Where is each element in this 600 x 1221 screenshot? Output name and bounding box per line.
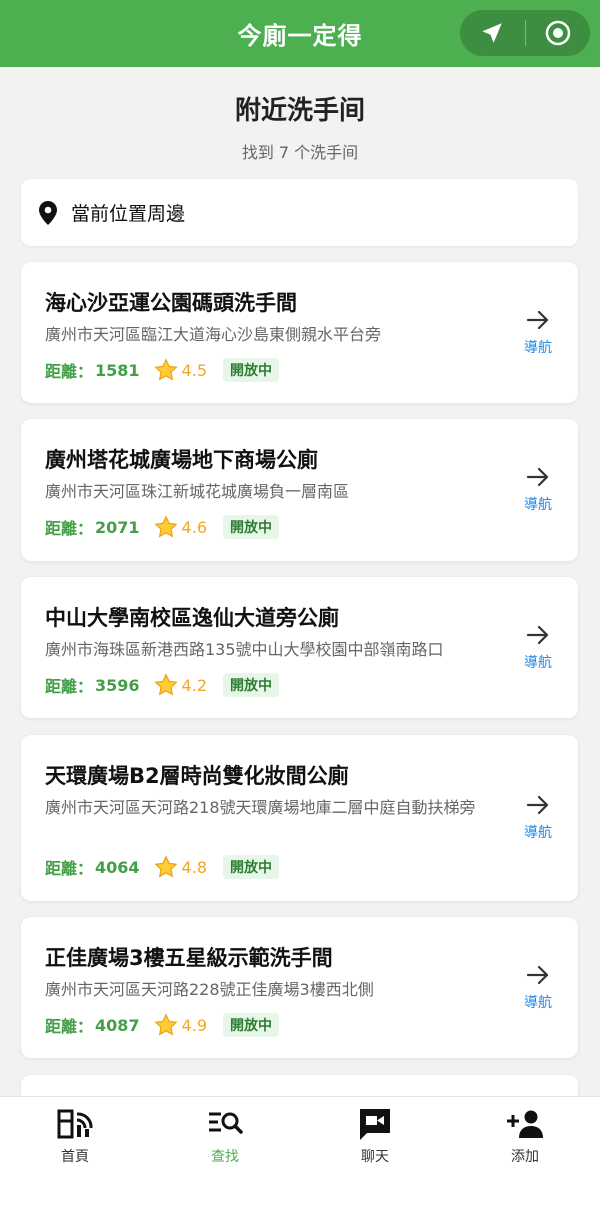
result-count: 找到 7 个洗手间 [241, 143, 359, 162]
distance-value: 2071 [95, 517, 140, 537]
rating-value: 4.9 [181, 1015, 207, 1035]
rating-value: 4.8 [181, 857, 207, 877]
restroom-name: 海心沙亞運公園碼頭洗手間 [45, 291, 297, 315]
target-icon [545, 20, 570, 46]
navigation-arrow-icon [482, 23, 502, 43]
distance-label: 距離： [45, 519, 94, 538]
restroom-meta: 距離： 3596 4.2 開放中 [45, 673, 279, 697]
distance-label: 距離： [45, 1017, 94, 1036]
navigate-label: 導航 [524, 995, 552, 1011]
restroom-card[interactable]: 海心沙亞運公園碼頭洗手間 廣州市天河區臨江大道海心沙島東側親水平台旁 距離： 1… [21, 262, 578, 403]
star-icon [154, 515, 178, 539]
arrow-right-icon [526, 310, 549, 330]
add-person-icon [506, 1107, 544, 1141]
rating-value: 4.2 [181, 675, 207, 695]
tab-label: 添加 [511, 1149, 539, 1165]
distance-label: 距離： [45, 362, 94, 381]
arrow-right-icon [526, 965, 549, 985]
navigate-label: 導航 [524, 825, 552, 841]
navigate-button[interactable]: 導航 [520, 624, 556, 672]
navigate-label: 導航 [524, 497, 552, 513]
status-badge: 開放中 [223, 855, 279, 879]
tab-label: 首頁 [61, 1149, 89, 1165]
navigate-button[interactable]: 導航 [520, 466, 556, 514]
tab-label: 查找 [211, 1149, 239, 1165]
rating-value: 4.6 [181, 517, 207, 537]
restroom-name: 中山大學南校區逸仙大道旁公廁 [45, 606, 339, 630]
star-icon [154, 358, 178, 382]
distance-label: 距離： [45, 677, 94, 696]
distance-label: 距離： [45, 859, 94, 878]
chat-video-icon [358, 1107, 392, 1141]
star-icon [154, 673, 178, 697]
arrow-right-icon [526, 625, 549, 645]
location-pin-icon [39, 200, 57, 225]
tab-add[interactable]: 添加 [450, 1097, 600, 1221]
restroom-name: 廣州塔花城廣場地下商場公廁 [45, 448, 318, 472]
tab-search[interactable]: 查找 [150, 1097, 300, 1221]
tab-label: 聊天 [361, 1149, 389, 1165]
home-icon [56, 1107, 94, 1141]
arrow-right-icon [526, 467, 549, 487]
restroom-card[interactable]: 廣州塔花城廣場地下商場公廁 廣州市天河區珠江新城花城廣場負一層南區 距離： 20… [21, 419, 578, 561]
status-badge: 開放中 [223, 673, 279, 697]
restroom-address: 廣州市天河區珠江新城花城廣場負一層南區 [45, 482, 350, 501]
distance-value: 4087 [95, 1015, 140, 1035]
top-capsule [460, 10, 590, 56]
navigate-button[interactable]: 導航 [520, 964, 556, 1012]
restroom-meta: 距離： 2071 4.6 開放中 [45, 515, 279, 539]
restroom-meta: 距離： 4087 4.9 開放中 [45, 1013, 279, 1037]
rating-value: 4.5 [181, 360, 207, 380]
star-icon [154, 855, 178, 879]
restroom-card[interactable]: 天環廣場B2層時尚雙化妝間公廁 廣州市天河區天河路218號天環廣場地庫二層中庭自… [21, 735, 578, 901]
navigate-label: 導航 [524, 340, 552, 356]
page-header: 附近洗手间 找到 7 个洗手间 [0, 90, 600, 163]
restroom-address: 廣州市天河區臨江大道海心沙島東側親水平台旁 [45, 325, 382, 344]
restroom-name: 天環廣場B2層時尚雙化妝間公廁 [45, 764, 349, 788]
tab-home[interactable]: 首頁 [0, 1097, 150, 1221]
restroom-meta: 距離： 4064 4.8 開放中 [45, 855, 279, 879]
location-bar[interactable]: 當前位置周邊 [21, 179, 578, 246]
location-label: 當前位置周邊 [71, 203, 186, 225]
status-badge: 開放中 [223, 358, 279, 382]
distance-value: 3596 [95, 675, 140, 695]
distance-value: 4064 [95, 857, 140, 877]
top-bar: 今廁一定得 [0, 0, 600, 67]
tab-chat[interactable]: 聊天 [300, 1097, 450, 1221]
restroom-card[interactable]: 中山大學南校區逸仙大道旁公廁 廣州市海珠區新港西路135號中山大學校園中部嶺南路… [21, 577, 578, 718]
target-button[interactable] [526, 10, 591, 56]
navigate-button[interactable]: 導航 [520, 794, 556, 842]
bottom-tab-bar: 首頁 查找 聊天 添加 [0, 1096, 600, 1221]
locate-button[interactable] [460, 10, 525, 56]
app-title: 今廁一定得 [237, 22, 363, 50]
search-list-icon [207, 1107, 243, 1141]
restroom-address: 廣州市海珠區新港西路135號中山大學校園中部嶺南路口 [45, 640, 444, 659]
restroom-card[interactable]: 正佳廣場3樓五星級示範洗手間 廣州市天河區天河路228號正佳廣場3樓西北側 距離… [21, 917, 578, 1058]
status-badge: 開放中 [223, 1013, 279, 1037]
star-icon [154, 1013, 178, 1037]
navigate-label: 導航 [524, 655, 552, 671]
navigate-button[interactable]: 導航 [520, 309, 556, 357]
restroom-meta: 距離： 1581 4.5 開放中 [45, 358, 279, 382]
page-title: 附近洗手间 [234, 96, 365, 126]
restroom-address: 廣州市天河區天河路228號正佳廣場3樓西北側 [45, 980, 374, 999]
status-badge: 開放中 [223, 515, 279, 539]
distance-value: 1581 [95, 360, 140, 380]
arrow-right-icon [526, 795, 549, 815]
restroom-address: 廣州市天河區天河路218號天環廣場地庫二層中庭自動扶梯旁 [45, 798, 476, 817]
restroom-name: 正佳廣場3樓五星級示範洗手間 [45, 946, 333, 970]
